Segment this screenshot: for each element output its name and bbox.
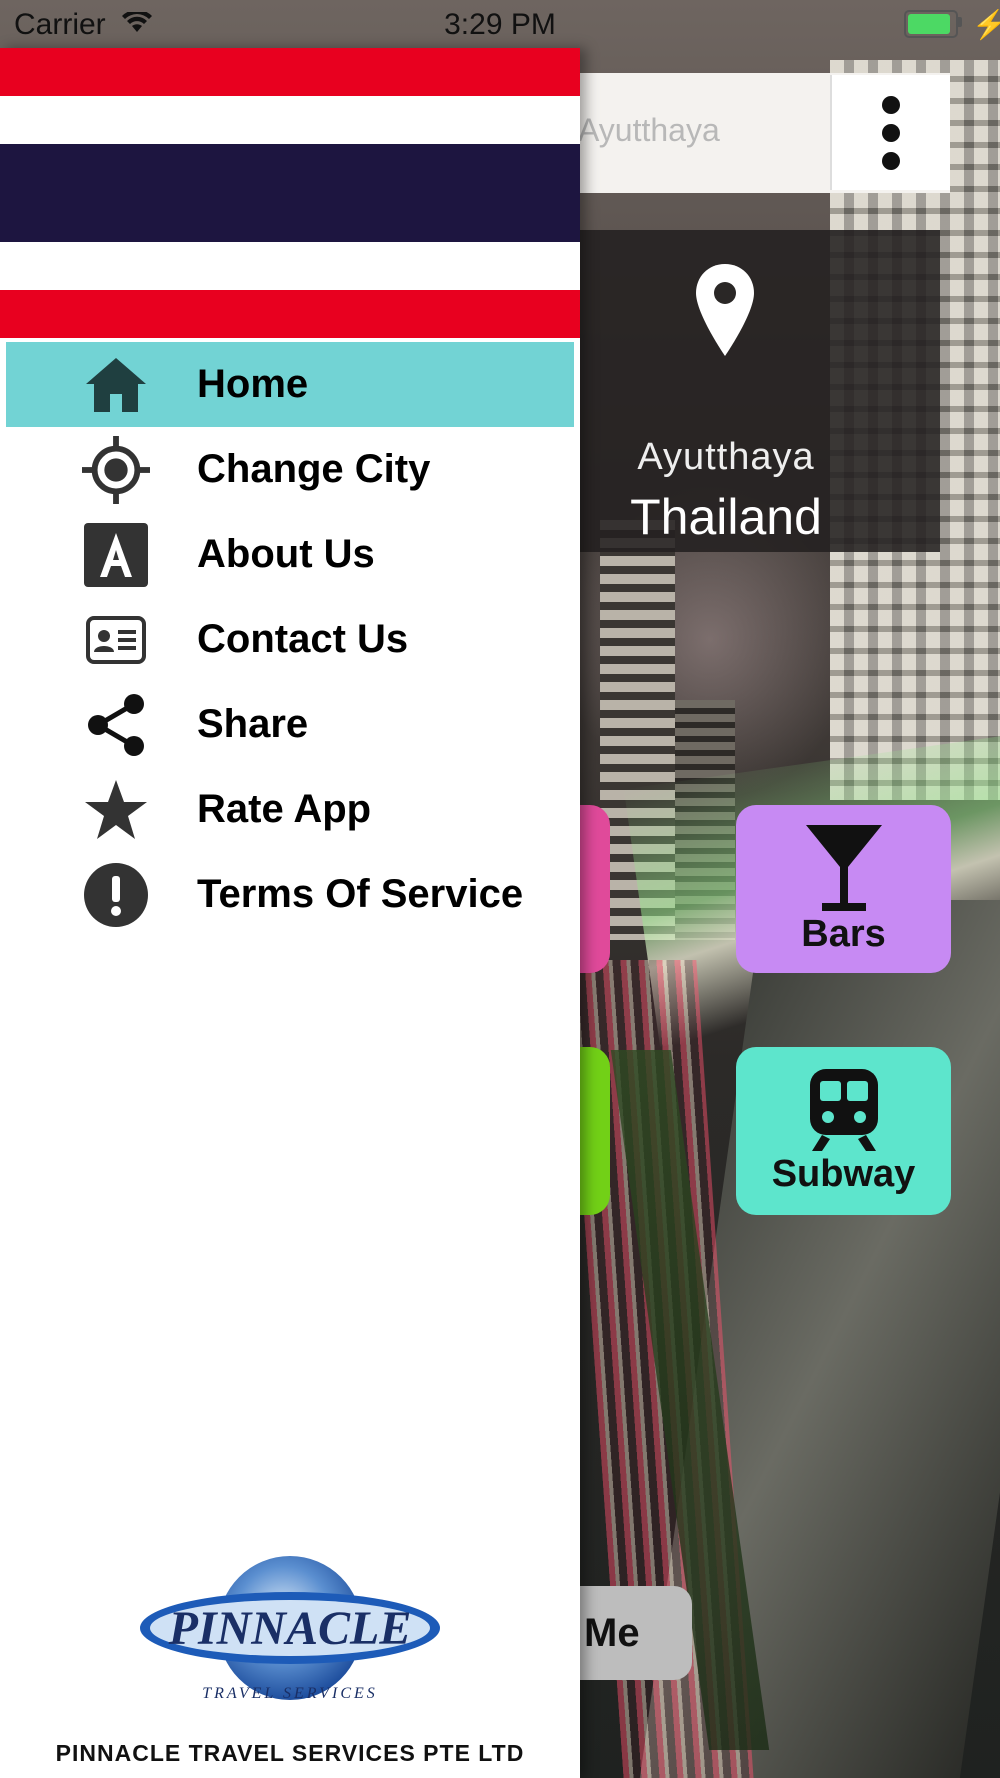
home-icon	[82, 351, 150, 419]
menu-item-label: Home	[197, 362, 309, 406]
menu-item-about-us[interactable]: About Us	[0, 512, 580, 597]
status-bar: Carrier 3:29 PM ⚡	[0, 0, 1000, 48]
menu-item-label: Contact Us	[197, 617, 409, 661]
more-options-button[interactable]	[830, 75, 950, 190]
partial-button-label: Me	[584, 1610, 640, 1655]
thailand-flag	[0, 48, 580, 338]
more-dots-icon	[882, 151, 900, 170]
menu-item-contact-us[interactable]: Contact Us	[0, 597, 580, 682]
battery-tip	[958, 17, 962, 27]
more-dots-icon	[882, 123, 900, 142]
target-icon	[82, 435, 150, 504]
menu-item-label: Rate App	[197, 787, 372, 831]
contact-card-icon	[82, 606, 150, 674]
menu-item-label: Terms Of Service	[197, 872, 524, 916]
search-placeholder: Ayutthaya	[578, 112, 720, 148]
location-country: Thailand	[630, 489, 822, 545]
battery-icon	[904, 10, 958, 38]
navigation-drawer: Home Change City About Us Contact Us Sha…	[0, 48, 580, 1778]
clock: 3:29 PM	[444, 8, 556, 41]
subway-tile[interactable]: Subway	[736, 1047, 951, 1215]
location-city: Ayutthaya	[637, 436, 815, 478]
subway-label: Subway	[771, 1152, 916, 1195]
menu-item-label: Change City	[197, 447, 431, 491]
pinnacle-logo: PINNACLE TRAVEL SERVICES	[140, 1556, 440, 1702]
menu-item-label: About Us	[197, 532, 375, 576]
bars-label: Bars	[801, 912, 886, 955]
menu-item-share[interactable]: Share	[0, 682, 580, 767]
share-icon	[82, 691, 150, 759]
menu-item-rate-app[interactable]: Rate App	[0, 767, 580, 852]
svg-text:PINNACLE: PINNACLE	[168, 1602, 412, 1655]
alert-icon	[82, 861, 150, 929]
more-dots-icon	[882, 95, 900, 114]
menu-item-label: Share	[197, 702, 309, 746]
train-icon	[809, 1068, 878, 1151]
cocktail-glass-icon	[805, 824, 882, 911]
bars-tile[interactable]: Bars	[736, 805, 951, 973]
menu-item-home[interactable]: Home	[6, 342, 574, 427]
about-icon	[82, 521, 150, 589]
menu-item-terms-of-service[interactable]: Terms Of Service	[0, 852, 580, 937]
charging-bolt-icon: ⚡	[972, 9, 1000, 40]
location-pin-icon	[696, 264, 754, 356]
company-name: PINNACLE TRAVEL SERVICES PTE LTD	[55, 1740, 525, 1766]
svg-text:TRAVEL SERVICES: TRAVEL SERVICES	[202, 1685, 378, 1702]
star-icon	[82, 776, 150, 844]
menu-item-change-city[interactable]: Change City	[0, 427, 580, 512]
drawer-menu: Home Change City About Us Contact Us Sha…	[0, 342, 580, 937]
